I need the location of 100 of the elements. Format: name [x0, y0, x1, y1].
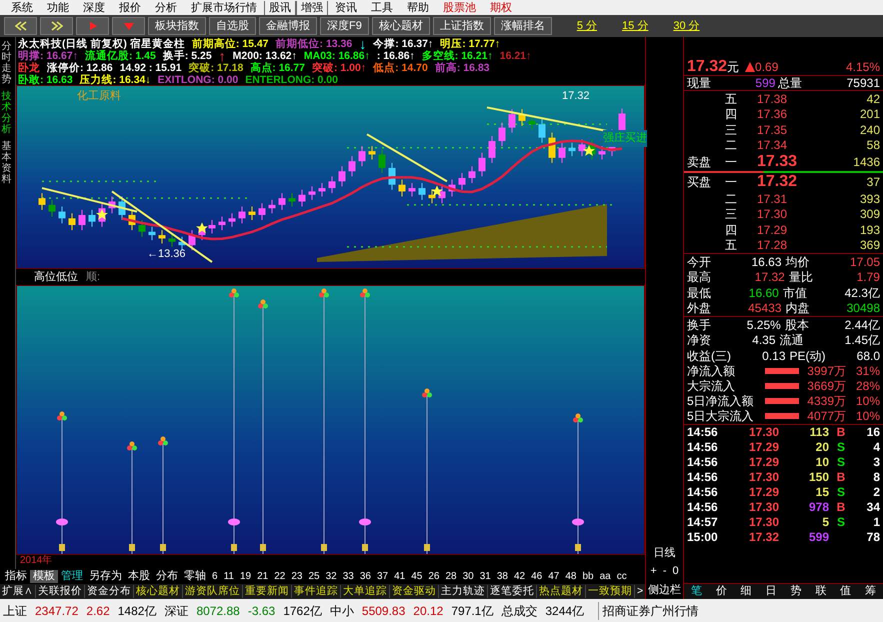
- forward-button[interactable]: [40, 17, 73, 35]
- menu-item[interactable]: 扩展市场行情: [184, 0, 264, 14]
- change-percent: 4.15%: [846, 58, 880, 76]
- extension-tab[interactable]: 事件追踪: [292, 585, 341, 598]
- template-number[interactable]: cc: [614, 569, 630, 584]
- extension-tab[interactable]: 核心题材: [134, 585, 183, 598]
- template-number[interactable]: 48: [562, 569, 580, 584]
- more-button[interactable]: >: [635, 585, 645, 598]
- extension-tab[interactable]: 资金分布: [85, 585, 134, 598]
- menu-item[interactable]: 分析: [148, 0, 184, 14]
- side-tab[interactable]: 基本资料: [2, 141, 14, 185]
- menu-item[interactable]: 功能: [40, 0, 76, 14]
- field-value: 4.35: [752, 332, 776, 350]
- template-number[interactable]: 46: [528, 569, 546, 584]
- template-tab[interactable]: 本股: [125, 570, 153, 583]
- field-label: 外盘: [687, 300, 711, 318]
- template-number[interactable]: 25: [305, 569, 323, 584]
- toolbar-button[interactable]: 金融博报: [259, 17, 317, 35]
- template-number[interactable]: 23: [288, 569, 306, 584]
- status-value: 8072.88: [196, 602, 240, 620]
- extension-tab[interactable]: 一致预期: [586, 585, 635, 598]
- status-value: -3.63: [248, 602, 276, 620]
- menu-item[interactable]: 报价: [112, 0, 148, 14]
- field-value: 68.0: [856, 348, 880, 365]
- template-number[interactable]: 22: [271, 569, 288, 584]
- panel-tab[interactable]: 日: [758, 583, 784, 600]
- toolbar-button[interactable]: 核心题材: [372, 17, 430, 35]
- menu-item[interactable]: 期权: [483, 0, 519, 14]
- template-number[interactable]: 32: [322, 569, 340, 584]
- template-number[interactable]: 30: [460, 569, 477, 584]
- menu-item[interactable]: 资讯: [328, 0, 364, 14]
- template-number[interactable]: 28: [442, 569, 460, 584]
- template-tab[interactable]: 分布: [153, 570, 181, 583]
- extension-tab[interactable]: 扩展∧: [0, 585, 36, 598]
- panel-tab[interactable]: 价: [708, 583, 734, 600]
- menu-item[interactable]: 深度: [76, 0, 112, 14]
- toolbar-button[interactable]: 涨幅排名: [494, 17, 552, 35]
- template-number[interactable]: 42: [510, 569, 528, 584]
- candlestick: [408, 182, 416, 197]
- extension-tab[interactable]: 关联报价: [36, 585, 85, 598]
- toolbar-button[interactable]: 上证指数: [432, 17, 491, 35]
- panel-tab[interactable]: 值: [833, 583, 858, 600]
- template-number[interactable]: 6: [209, 569, 221, 584]
- template-number[interactable]: 11: [220, 569, 237, 584]
- menu-item[interactable]: 股票池: [436, 0, 483, 14]
- period-link[interactable]: 30 分: [673, 18, 700, 34]
- side-tab[interactable]: 分时走势: [2, 41, 14, 85]
- template-number[interactable]: 45: [408, 569, 426, 584]
- template-number[interactable]: 47: [545, 569, 562, 584]
- template-number[interactable]: 31: [476, 569, 494, 584]
- zoom-control[interactable]: +: [650, 563, 657, 580]
- extension-tab[interactable]: 游资队席位: [183, 585, 243, 598]
- indicator-value: 压力线: 16.34↓: [80, 74, 151, 86]
- extension-tab[interactable]: 资金驱动: [390, 585, 439, 598]
- template-number[interactable]: 21: [254, 569, 272, 584]
- extension-tab[interactable]: 主力轨迹: [439, 585, 488, 598]
- template-tab[interactable]: 管理: [58, 570, 86, 583]
- zoom-control[interactable]: -: [662, 563, 666, 580]
- tick-volume: 113: [808, 424, 829, 441]
- template-tab[interactable]: 模板: [30, 570, 58, 583]
- sidebar-button[interactable]: 侧边栏: [648, 582, 681, 598]
- candlestick: [308, 186, 316, 200]
- template-number[interactable]: aa: [596, 569, 614, 584]
- panel-tab[interactable]: 细: [734, 583, 759, 600]
- period-link[interactable]: 15 分: [622, 18, 648, 34]
- template-tab[interactable]: 指标: [2, 570, 30, 583]
- template-number[interactable]: bb: [579, 569, 597, 584]
- template-number[interactable]: 38: [494, 569, 511, 584]
- extension-tab[interactable]: 热点题材: [537, 585, 586, 598]
- template-number[interactable]: 36: [356, 569, 374, 584]
- tick-volume: 5: [821, 514, 829, 531]
- template-number[interactable]: 33: [340, 569, 357, 584]
- toolbar-button[interactable]: 板块指数: [148, 17, 206, 35]
- zoom-control[interactable]: 0: [672, 563, 679, 580]
- panel-tab[interactable]: 联: [808, 583, 834, 600]
- menu-item[interactable]: 系统: [4, 0, 40, 14]
- toolbar-button[interactable]: 深度F9: [320, 17, 369, 35]
- template-number[interactable]: 26: [425, 569, 442, 584]
- side-tab[interactable]: 技术分析: [2, 91, 14, 135]
- extension-tab[interactable]: 逐笔委托: [488, 585, 537, 598]
- toolbar-button[interactable]: 自选股: [209, 17, 256, 35]
- panel-tab[interactable]: 筹: [858, 583, 883, 600]
- order-volume: 309: [860, 206, 880, 224]
- back-button[interactable]: [4, 17, 37, 35]
- menu-item[interactable]: 工具: [364, 0, 400, 14]
- template-number[interactable]: 41: [391, 569, 408, 584]
- template-tab[interactable]: 另存为: [86, 570, 125, 583]
- period-link[interactable]: 5 分: [576, 18, 598, 34]
- template-tab[interactable]: 零轴: [181, 570, 209, 583]
- trade-side: S: [836, 439, 846, 456]
- template-number[interactable]: 37: [374, 569, 392, 584]
- status-value: 20.12: [413, 602, 444, 620]
- level-label: 四: [725, 222, 738, 239]
- menu-item[interactable]: 帮助: [400, 0, 436, 14]
- panel-tab[interactable]: 势: [784, 583, 808, 600]
- panel-tab[interactable]: 笔: [684, 583, 709, 600]
- extension-tab[interactable]: 重要新闻: [243, 585, 292, 598]
- extension-tab[interactable]: 大单追踪: [341, 585, 390, 598]
- template-number[interactable]: 19: [236, 569, 254, 584]
- candlestick: [138, 220, 146, 238]
